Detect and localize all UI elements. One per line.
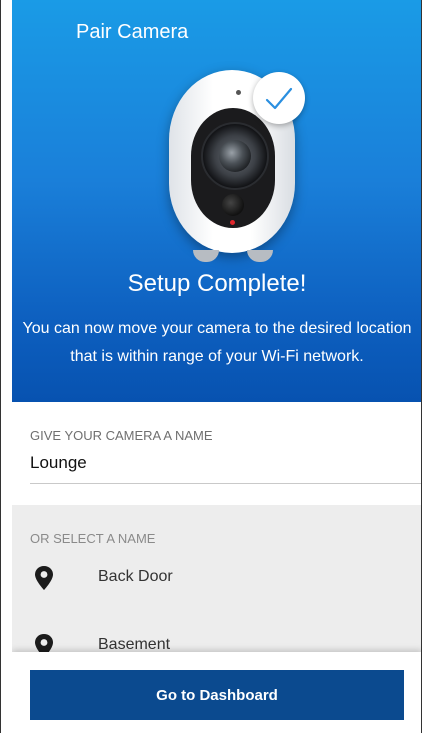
input-underline bbox=[30, 483, 422, 484]
camera-status-led bbox=[230, 220, 235, 225]
list-item-label: Back Door bbox=[98, 568, 173, 585]
setup-complete-heading: Setup Complete! bbox=[127, 270, 307, 297]
frame-border-left bbox=[0, 0, 1, 733]
hero-banner: Pair Camera Setup Complete! You can now … bbox=[12, 0, 422, 402]
camera-lens bbox=[219, 140, 251, 172]
go-to-dashboard-button[interactable]: Go to Dashboard bbox=[30, 670, 404, 720]
camera-illustration bbox=[161, 62, 321, 272]
check-icon bbox=[253, 72, 305, 124]
camera-motion-sensor bbox=[222, 194, 244, 216]
select-name-list: OR SELECT A NAME Back Door Basement bbox=[12, 505, 422, 658]
camera-name-label: GIVE YOUR CAMERA A NAME bbox=[30, 428, 213, 443]
camera-name-input[interactable]: Lounge bbox=[30, 453, 87, 473]
screen: Pair Camera Setup Complete! You can now … bbox=[12, 0, 422, 733]
setup-description: You can now move your camera to the desi… bbox=[22, 320, 412, 365]
camera-foot-right bbox=[247, 250, 273, 262]
list-item[interactable]: Back Door bbox=[12, 559, 422, 599]
map-pin-icon bbox=[35, 566, 53, 590]
camera-sensor-dot bbox=[236, 90, 241, 95]
select-name-label: OR SELECT A NAME bbox=[30, 531, 156, 546]
footer-bar: Go to Dashboard bbox=[12, 652, 422, 733]
camera-lens-ring bbox=[201, 122, 269, 190]
camera-face bbox=[191, 108, 275, 228]
frame-border-right bbox=[421, 0, 422, 733]
page-title: Pair Camera bbox=[76, 21, 189, 43]
camera-foot-left bbox=[193, 250, 219, 262]
